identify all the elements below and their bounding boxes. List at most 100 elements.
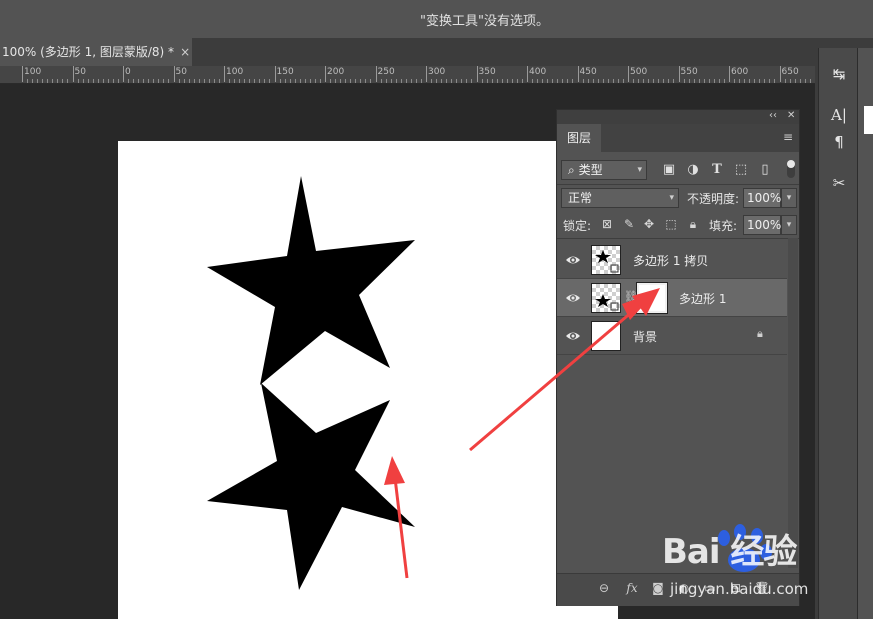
image-filter-icon[interactable]: ▣ (661, 162, 677, 177)
ruler-minor-tick (542, 79, 544, 83)
ruler-minor-tick (309, 79, 311, 83)
opacity-field[interactable]: 100% (743, 188, 781, 208)
ruler-minor-tick (410, 79, 412, 83)
fx-icon[interactable]: fx (623, 581, 641, 595)
ruler-minor-tick (446, 79, 448, 83)
ruler-tick (375, 66, 377, 82)
link-icon[interactable]: ⛓ (624, 290, 638, 303)
ruler-minor-tick (415, 79, 417, 83)
baidu-watermark: Bai 经验 jingyan.baidu.com (662, 524, 832, 619)
ruler-minor-tick (461, 79, 463, 83)
ruler-minor-tick (633, 79, 635, 83)
fill-label: 填充: (709, 219, 738, 233)
layer-row[interactable]: 背景 🔒︎ (557, 317, 787, 355)
ruler-minor-tick (355, 79, 357, 83)
layers-scrollbar[interactable] (788, 238, 798, 568)
ruler-minor-tick (496, 79, 498, 83)
star-shape-bottom[interactable] (207, 383, 415, 590)
ruler-tick (779, 66, 781, 82)
paragraph-icon[interactable]: ¶ (827, 130, 851, 154)
ruler-tick (577, 66, 579, 82)
watermark-brand: Bai 经验 (662, 532, 797, 572)
ruler-minor-tick (557, 79, 559, 83)
panel-menu-icon[interactable]: ≡ (783, 130, 793, 144)
star-shape-top[interactable] (207, 176, 415, 385)
ruler-minor-tick (82, 79, 84, 83)
ruler-minor-tick (688, 79, 690, 83)
lock-artboard-icon[interactable]: ⬚ (663, 217, 679, 231)
ruler-label: 100 (24, 67, 42, 77)
chevron-down-icon: ▾ (637, 165, 642, 175)
link-layers-icon[interactable]: ⊖ (595, 581, 613, 595)
tab-layers[interactable]: 图层 (557, 124, 601, 152)
close-panel-icon[interactable]: ✕ (787, 110, 795, 121)
ruler-minor-tick (350, 79, 352, 83)
ruler-minor-tick (501, 79, 503, 83)
layer-row[interactable]: 多边形 1 拷贝 (557, 241, 787, 279)
ruler-minor-tick (607, 79, 609, 83)
layer-row[interactable]: ⛓ 多边形 1 (557, 279, 787, 317)
ruler-tick (476, 66, 478, 82)
layer-thumbnail[interactable] (591, 321, 621, 351)
type-filter-icon[interactable]: T (709, 162, 725, 177)
tools-preset-icon[interactable]: ✂ (827, 171, 851, 195)
filter-toggle[interactable] (787, 160, 795, 178)
ruler-minor-tick (213, 79, 215, 83)
ruler-minor-tick (208, 79, 210, 83)
ruler-minor-tick (304, 79, 306, 83)
lock-move-icon[interactable]: ✥ (641, 217, 657, 231)
history-icon[interactable]: ↹ (827, 62, 851, 86)
stars-artwork (207, 176, 415, 590)
smart-object-filter-icon[interactable]: ▯ (757, 162, 773, 177)
adjustment-filter-icon[interactable]: ◑ (685, 162, 701, 177)
ruler-minor-tick (67, 79, 69, 83)
mask-thumbnail[interactable] (636, 282, 668, 314)
ruler-minor-tick (128, 79, 130, 83)
document-tab[interactable]: 100% (多边形 1, 图层蒙版/8) * × (0, 38, 192, 66)
lock-all-icon[interactable]: 🔒︎ (685, 217, 701, 232)
document-tab-title: 100% (多边形 1, 图层蒙版/8) * (2, 45, 175, 59)
opacity-dropdown[interactable]: ▾ (781, 188, 797, 208)
ruler-tick (123, 66, 124, 82)
shape-filter-icon[interactable]: ⬚ (733, 162, 749, 177)
star-thumb-icon (595, 294, 619, 311)
ruler-minor-tick (516, 79, 518, 83)
lock-paint-icon[interactable]: ✎ (621, 217, 637, 231)
ruler-minor-tick (441, 79, 443, 83)
ruler-minor-tick (612, 79, 614, 83)
lock-transparent-icon[interactable]: ⊠ (599, 217, 615, 231)
ruler-minor-tick (360, 79, 362, 83)
ruler-minor-tick (117, 79, 119, 83)
ruler-minor-tick (804, 79, 806, 83)
eye-icon[interactable] (565, 290, 581, 306)
character-icon[interactable]: A| (827, 103, 851, 127)
document-canvas[interactable] (118, 141, 618, 619)
ruler-minor-tick (592, 79, 594, 83)
fill-field[interactable]: 100% (743, 215, 781, 235)
blend-mode-value: 正常 (568, 191, 593, 205)
ruler-minor-tick (330, 79, 332, 83)
eye-icon[interactable] (565, 328, 581, 344)
layer-thumbnail[interactable] (591, 283, 621, 313)
ruler-label: 0 (125, 67, 131, 77)
ruler-tick (274, 66, 276, 82)
ruler-minor-tick (229, 79, 231, 83)
eye-icon[interactable] (565, 252, 581, 268)
filter-kind-select[interactable]: ⌕ 类型 ▾ (561, 160, 647, 180)
ruler-minor-tick (572, 79, 574, 83)
ruler-minor-tick (537, 79, 539, 83)
ruler-tick (527, 66, 528, 82)
layer-thumbnail[interactable] (591, 245, 621, 275)
ruler-minor-tick (57, 79, 59, 83)
ruler-minor-tick (380, 79, 382, 83)
blend-mode-select[interactable]: 正常 ▾ (561, 188, 679, 208)
horizontal-ruler[interactable]: 100 50 0 50 100 150 200 250 300 350 400 450 500 550 60… (0, 66, 826, 84)
close-icon[interactable]: × (180, 45, 190, 59)
color-swatch[interactable] (864, 106, 873, 134)
ruler-minor-tick (759, 79, 761, 83)
layer-name: 多边形 1 拷贝 (633, 254, 709, 268)
ruler-minor-tick (648, 79, 650, 83)
collapse-panel-icon[interactable]: ‹‹ (769, 110, 777, 121)
ruler-minor-tick (754, 79, 756, 83)
fill-dropdown[interactable]: ▾ (781, 215, 797, 235)
